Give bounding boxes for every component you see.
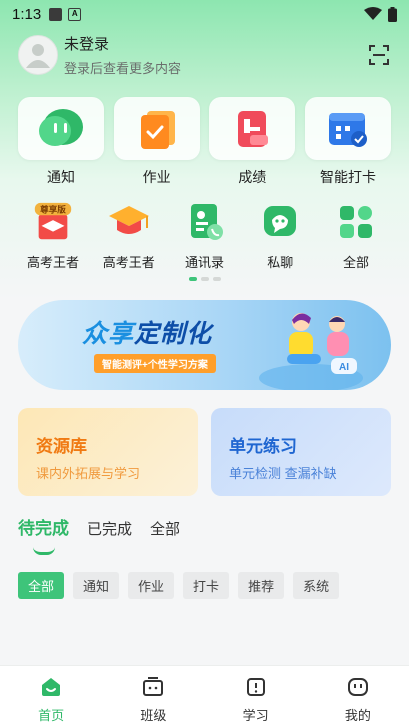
svg-text:AI: AI bbox=[339, 362, 349, 373]
calendar-checkin-icon bbox=[328, 112, 367, 147]
tile-label: 智能打卡 bbox=[319, 169, 376, 185]
carousel-dot bbox=[212, 277, 221, 281]
task-tabs: 待完成 已完成 全部 bbox=[18, 514, 180, 555]
nav-label: 我的 bbox=[344, 708, 371, 723]
filter-chip-system[interactable]: 系统 bbox=[293, 572, 340, 599]
filter-chip-checkin[interactable]: 打卡 bbox=[183, 572, 230, 599]
bottom-navigation: 首页 班级 学习 我的 bbox=[0, 665, 409, 728]
card-title: 单元练习 bbox=[229, 437, 297, 456]
nav-label: 首页 bbox=[38, 708, 65, 723]
nav-label: 班级 bbox=[140, 708, 167, 723]
tab-all[interactable]: 全部 bbox=[150, 518, 180, 539]
grade-report-icon bbox=[238, 110, 269, 147]
filter-chip-notice[interactable]: 通知 bbox=[73, 572, 120, 599]
tab-active-indicator bbox=[32, 547, 55, 555]
tile-checkin[interactable]: 智能打卡 bbox=[304, 97, 391, 187]
shortcut-label: 高考王者 bbox=[26, 255, 79, 270]
graduation-cap-icon: 尊享版 bbox=[34, 202, 72, 240]
shortcut-gaokao[interactable]: 高考王者 bbox=[94, 200, 164, 271]
resource-library-card[interactable]: 资源库 课内外拓展与学习 bbox=[18, 408, 198, 496]
class-icon bbox=[143, 677, 164, 696]
homework-icon bbox=[140, 110, 175, 149]
shortcut-label: 高考王者 bbox=[102, 255, 155, 270]
profile-header[interactable]: 未登录 登录后查看更多内容 bbox=[18, 34, 391, 76]
card-subtitle: 单元检测 查漏补缺 bbox=[229, 466, 337, 481]
banner-subtitle: 智能测评+个性学习方案 bbox=[94, 354, 216, 373]
shortcut-label: 全部 bbox=[342, 255, 369, 270]
default-avatar-icon bbox=[26, 44, 50, 68]
scan-icon[interactable] bbox=[367, 43, 391, 67]
tile-homework[interactable]: 作业 bbox=[113, 97, 200, 187]
keyboard-a-icon: A bbox=[68, 7, 82, 21]
status-bar: 1:13 A bbox=[0, 0, 409, 28]
shortcut-label: 私聊 bbox=[267, 255, 294, 270]
status-time: 1:13 bbox=[12, 5, 42, 23]
student-illustration-icon: AI bbox=[259, 313, 363, 390]
tab-pending[interactable]: 待完成 bbox=[18, 514, 69, 555]
banner-title-part1: 众享 bbox=[82, 320, 135, 348]
profile-icon bbox=[347, 678, 368, 696]
filter-chip-recommend[interactable]: 推荐 bbox=[238, 572, 285, 599]
tab-label: 待完成 bbox=[18, 519, 69, 538]
profile-name[interactable]: 未登录 bbox=[64, 33, 181, 54]
carousel-dot bbox=[188, 277, 197, 281]
nav-label: 学习 bbox=[242, 708, 269, 723]
tile-grades[interactable]: 成绩 bbox=[209, 97, 296, 187]
shortcut-grid: 尊享版 高考王者 高考王者 通讯录 私聊 全部 bbox=[18, 200, 391, 271]
tile-notice[interactable]: 通知 bbox=[18, 97, 104, 187]
unit-practice-card[interactable]: 单元练习 单元检测 查漏补缺 bbox=[211, 408, 391, 496]
graduation-cap-icon bbox=[108, 206, 149, 234]
contacts-icon bbox=[190, 204, 223, 240]
tile-label: 成绩 bbox=[238, 169, 267, 185]
wifi-icon bbox=[364, 7, 382, 20]
shortcut-all[interactable]: 全部 bbox=[321, 200, 391, 271]
carousel-indicator bbox=[0, 277, 409, 281]
notification-app-icon bbox=[49, 7, 63, 21]
shortcut-gaokao-premium[interactable]: 尊享版 高考王者 bbox=[18, 200, 88, 271]
premium-badge-text: 尊享版 bbox=[40, 203, 66, 214]
tile-label: 通知 bbox=[47, 169, 75, 185]
shortcut-contacts[interactable]: 通讯录 bbox=[170, 200, 240, 271]
nav-class[interactable]: 班级 bbox=[118, 674, 188, 724]
profile-subtitle: 登录后查看更多内容 bbox=[64, 61, 182, 76]
message-bubble-icon bbox=[39, 108, 83, 146]
nav-home[interactable]: 首页 bbox=[16, 674, 86, 724]
avatar[interactable] bbox=[18, 35, 58, 75]
home-icon bbox=[42, 678, 61, 696]
card-title: 资源库 bbox=[36, 437, 87, 456]
battery-icon bbox=[388, 6, 397, 22]
filter-chips: 全部 通知 作业 打卡 推荐 系统 bbox=[18, 572, 340, 599]
banner-title-part2: 定制化 bbox=[134, 320, 213, 348]
grid-all-icon bbox=[340, 206, 372, 238]
shortcut-label: 通讯录 bbox=[184, 255, 224, 270]
carousel-dot bbox=[200, 277, 209, 281]
promo-banner[interactable]: 众享定制化 智能测评+个性学习方案 AI bbox=[18, 300, 391, 390]
nav-profile[interactable]: 我的 bbox=[323, 674, 393, 724]
shortcut-private-chat[interactable]: 私聊 bbox=[245, 200, 315, 271]
chat-icon bbox=[264, 206, 297, 236]
study-icon bbox=[246, 678, 265, 696]
filter-chip-homework[interactable]: 作业 bbox=[128, 572, 175, 599]
filter-chip-all[interactable]: 全部 bbox=[18, 572, 65, 599]
nav-study[interactable]: 学习 bbox=[221, 674, 291, 724]
banner-title: 众享定制化 bbox=[82, 314, 212, 350]
card-subtitle: 课内外拓展与学习 bbox=[36, 466, 141, 481]
main-function-grid: 通知 作业 成绩 智能打卡 bbox=[18, 97, 391, 187]
tab-completed[interactable]: 已完成 bbox=[87, 518, 132, 539]
tile-label: 作业 bbox=[142, 169, 171, 185]
